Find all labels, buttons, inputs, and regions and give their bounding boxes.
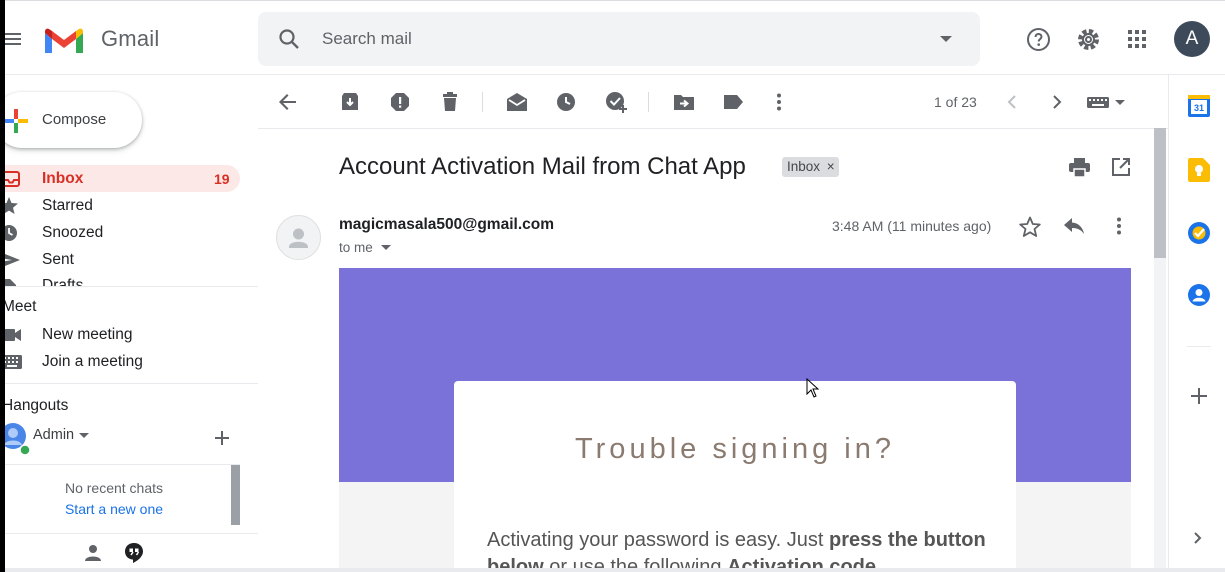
sender-avatar[interactable] (276, 215, 321, 260)
toolbar-divider (258, 128, 1168, 129)
sidebar-divider (0, 286, 258, 287)
sidebar-item-inbox[interactable]: Inbox 19 (0, 166, 240, 192)
toolbar-separator (482, 92, 483, 112)
settings-icon[interactable] (1076, 27, 1101, 52)
calendar-icon[interactable]: 31 (1188, 95, 1210, 117)
show-side-panel-expand-icon[interactable] (1194, 532, 1202, 544)
start-new-chat-link[interactable]: Start a new one (0, 501, 228, 517)
hangouts-user-name[interactable]: Admin (33, 427, 74, 443)
account-avatar[interactable]: A (1174, 21, 1210, 57)
compose-plus-icon (4, 109, 28, 133)
search-input[interactable]: Search mail (322, 29, 412, 49)
window-left-edge (0, 0, 5, 572)
input-tools-keyboard-icon[interactable] (1087, 96, 1127, 110)
email-subject: Account Activation Mail from Chat App (339, 153, 746, 180)
sidebar-item-snoozed[interactable]: Snoozed (0, 220, 240, 246)
side-panel-divider (1187, 346, 1211, 347)
hangouts-divider (0, 464, 240, 465)
mouse-cursor-icon (806, 378, 820, 398)
new-meeting-label: New meeting (42, 326, 133, 343)
email-timestamp: 3:48 AM (11 minutes ago) (832, 218, 992, 234)
search-options-dropdown-icon[interactable] (939, 35, 953, 43)
more-icon[interactable] (776, 93, 782, 111)
label-icon[interactable] (723, 94, 744, 110)
next-icon[interactable] (1052, 95, 1062, 109)
message-more-icon[interactable] (1116, 217, 1122, 235)
recipient-details-dropdown-icon[interactable] (381, 245, 391, 251)
video-camera-icon (2, 328, 22, 342)
inbox-label-text: Inbox (787, 159, 821, 174)
compose-label: Compose (42, 111, 107, 128)
inbox-label-chip: Inbox × (782, 157, 839, 177)
move-to-icon[interactable] (673, 93, 695, 111)
meet-divider (0, 383, 258, 384)
join-meeting-label: Join a meeting (42, 353, 143, 370)
bottom-border (0, 568, 1225, 572)
snooze-icon[interactable] (556, 92, 576, 112)
email-card: Trouble signing in? Activating your pass… (454, 381, 1016, 572)
apps-icon[interactable] (1127, 29, 1147, 49)
sidebar-item-starred-label: Starred (42, 197, 93, 214)
inbox-unread-count: 19 (214, 171, 230, 187)
report-spam-icon[interactable] (390, 92, 410, 112)
prev-icon[interactable] (1007, 95, 1017, 109)
get-addons-add-icon[interactable] (1191, 388, 1207, 404)
sidebar-item-drafts[interactable]: Drafts (0, 274, 240, 286)
pagination-text: 1 of 23 (934, 94, 977, 110)
hangouts-title: Hangouts (2, 397, 69, 414)
no-recent-chats-text: No recent chats (64, 480, 164, 496)
search-bar[interactable]: Search mail (258, 12, 980, 66)
sidebar-item-sent-label: Sent (42, 251, 74, 268)
email-paragraph: Activating your password is easy. Just p… (487, 527, 987, 572)
star-message-icon[interactable] (1019, 216, 1041, 237)
header-divider (0, 74, 1225, 75)
remove-label-close-icon[interactable]: × (827, 159, 835, 174)
sidebar-item-inbox-label: Inbox (42, 170, 84, 187)
add-task-icon[interactable] (605, 91, 629, 115)
keyboard-icon (2, 355, 22, 369)
compose-button[interactable]: Compose (0, 92, 142, 148)
email-heading: Trouble signing in? (575, 433, 895, 465)
keep-icon[interactable] (1188, 158, 1210, 182)
gmail-logo-icon[interactable] (43, 27, 85, 55)
side-panel (1168, 74, 1225, 572)
print-icon[interactable] (1069, 158, 1090, 177)
join-meeting-item[interactable]: Join a meeting (0, 349, 240, 375)
hangouts-scrollbar[interactable] (231, 465, 240, 525)
top-border (0, 0, 1225, 4)
mark-unread-icon[interactable] (506, 92, 528, 112)
new-meeting-item[interactable]: New meeting (0, 322, 240, 348)
app-name: Gmail (101, 26, 160, 51)
help-icon[interactable] (1026, 27, 1051, 52)
sidebar-item-sent[interactable]: Sent (0, 247, 240, 273)
delete-icon[interactable] (440, 92, 460, 112)
message-scrollbar-thumb[interactable] (1154, 128, 1166, 258)
email-text-1: Activating your password is easy. Just (487, 529, 829, 551)
hangouts-chat-icon[interactable] (124, 542, 144, 564)
sidebar-item-starred[interactable]: Starred (0, 193, 240, 219)
new-conversation-add-icon[interactable] (214, 430, 230, 446)
contacts-person-icon[interactable] (84, 544, 102, 562)
search-icon[interactable] (278, 28, 300, 50)
meet-title: Meet (2, 298, 37, 315)
toolbar-separator (648, 92, 649, 112)
sender-email[interactable]: magicmasala500@gmail.com (339, 216, 554, 234)
open-new-window-icon[interactable] (1112, 158, 1130, 176)
sidebar-bottom-tabs (0, 533, 258, 572)
svg-text:31: 31 (1194, 103, 1204, 113)
sidebar-item-snoozed-label: Snoozed (42, 224, 104, 241)
sidebar-item-drafts-label: Drafts (42, 277, 84, 286)
recipient-text: to me (339, 240, 373, 255)
hangouts-user-dropdown-icon[interactable] (79, 433, 89, 439)
contacts-icon[interactable] (1188, 284, 1210, 306)
main-menu-icon[interactable] (3, 29, 23, 49)
back-icon[interactable] (278, 92, 298, 112)
tasks-icon[interactable] (1188, 222, 1210, 244)
archive-icon[interactable] (340, 92, 360, 112)
reply-icon[interactable] (1064, 218, 1085, 234)
